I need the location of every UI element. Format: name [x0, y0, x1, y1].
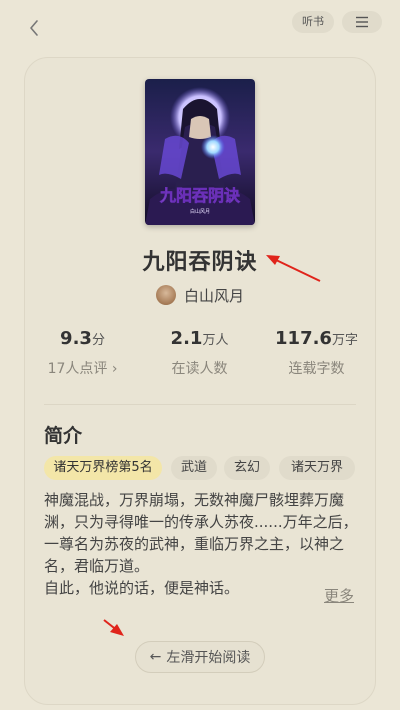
- tag-zhutian[interactable]: 诸天万界: [279, 456, 355, 480]
- tag-xuanhuan[interactable]: 玄幻: [224, 456, 270, 480]
- rating-value: 9.3: [60, 328, 92, 349]
- author-avatar: [156, 285, 176, 305]
- synopsis-paragraph-2: 自此，他说的话，便是神话。: [44, 579, 240, 597]
- tag-ranking[interactable]: 诸天万界榜第5名: [44, 456, 162, 480]
- book-stats: 9.3分 17人点评 › 2.1万人 在读人数 117.6万字 连载字数: [24, 328, 376, 384]
- cover-author: 白山风月: [190, 208, 210, 215]
- more-link[interactable]: 更多: [324, 585, 354, 606]
- book-detail-screen: 听书 九阳吞阴诀 白山风月 九阳吞阴诀 白山风月 9.3分 17人点评 › 2.…: [0, 0, 400, 710]
- cover-art: 九阳吞阴诀 白山风月: [145, 79, 255, 225]
- listen-button[interactable]: 听书: [292, 11, 334, 33]
- reviews-link[interactable]: 17人点评 ›: [24, 358, 141, 378]
- book-cover[interactable]: 九阳吞阴诀 白山风月: [145, 79, 255, 225]
- wordcount-label: 连载字数: [288, 361, 345, 377]
- readers-label: 在读人数: [171, 361, 228, 377]
- stat-wordcount: 117.6万字 连载字数: [258, 328, 375, 378]
- menu-icon: [356, 16, 368, 28]
- rating-unit: 分: [91, 333, 105, 348]
- start-reading-label: 左滑开始阅读: [166, 650, 251, 666]
- author-row[interactable]: 白山风月: [156, 284, 244, 306]
- book-title: 九阳吞阴诀: [142, 250, 258, 275]
- arrow-left-icon: ←: [149, 649, 162, 665]
- annotation-arrow-button: [103, 619, 124, 636]
- synopsis: 神魔混战，万界崩塌，无数神魔尸骸埋葬万魔渊，只为寻得唯一的传承人苏夜......…: [44, 489, 358, 599]
- readers-unit: 万人: [202, 333, 229, 348]
- annotation-arrow-title: [266, 255, 321, 282]
- stat-readers: 2.1万人 在读人数: [141, 328, 258, 378]
- wordcount-value: 117.6: [275, 328, 332, 349]
- intro-heading: 简介: [44, 425, 83, 447]
- chevron-left-icon: [30, 20, 38, 36]
- divider: [44, 404, 356, 405]
- back-button[interactable]: [22, 16, 46, 40]
- author-name: 白山风月: [184, 286, 245, 305]
- cover-title: 九阳吞阴诀: [159, 186, 241, 205]
- synopsis-paragraph-1: 神魔混战，万界崩塌，无数神魔尸骸埋葬万魔渊，只为寻得唯一的传承人苏夜......…: [44, 491, 358, 575]
- start-reading-button[interactable]: ← 左滑开始阅读: [135, 641, 265, 673]
- tag-wudao[interactable]: 武道: [171, 456, 217, 480]
- wordcount-unit: 万字: [331, 333, 358, 348]
- stat-rating: 9.3分 17人点评 ›: [24, 328, 141, 378]
- menu-button[interactable]: [342, 11, 382, 33]
- readers-value: 2.1: [170, 328, 203, 349]
